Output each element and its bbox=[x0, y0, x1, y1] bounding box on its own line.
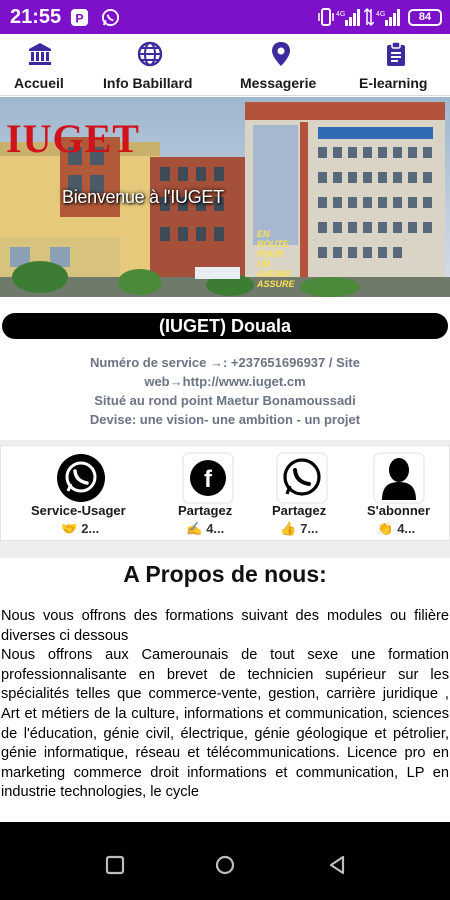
svg-text:4G: 4G bbox=[376, 11, 385, 18]
service-usager-label: Service-Usager bbox=[31, 503, 126, 518]
bank-icon bbox=[29, 43, 51, 65]
recents-button-icon[interactable] bbox=[104, 854, 126, 876]
subscribe-button[interactable]: S'abonner 👏 4... bbox=[367, 446, 431, 542]
about-paragraph-2: Nous offrons aux Camerounais de tout sex… bbox=[1, 647, 449, 801]
page-title: (IUGET) Douala bbox=[2, 313, 448, 339]
svg-text:P: P bbox=[75, 11, 83, 25]
service-usager-count: 🤝 2... bbox=[61, 521, 100, 536]
vibrate-icon bbox=[318, 8, 334, 26]
about-text: Nous vous offrons des formations suivant… bbox=[1, 607, 449, 803]
battery-level: 84 bbox=[418, 10, 432, 23]
android-nav-bar bbox=[0, 822, 450, 900]
whatsapp-icon bbox=[55, 452, 107, 504]
nav-label-accueil: Accueil bbox=[14, 75, 64, 91]
battery-icon: 84 bbox=[408, 8, 442, 26]
home-button-icon[interactable] bbox=[214, 854, 236, 876]
iuget-logo: IUGET bbox=[6, 116, 140, 161]
facebook-icon: f bbox=[182, 452, 234, 504]
hero-banner: IUGET Bienvenue à l'IUGET EN ROUTE POUR … bbox=[0, 97, 450, 297]
whatsapp-share-button[interactable]: Partagez 👍 7... bbox=[272, 446, 332, 542]
nav-label-e-learning: E-learning bbox=[359, 75, 428, 91]
building-sign-text: EN ROUTE POUR UN AVENIR ASSURE bbox=[257, 229, 295, 289]
signal-icon: 4G bbox=[336, 9, 360, 26]
location-pin-icon bbox=[272, 42, 290, 66]
nav-label-info-babillard: Info Babillard bbox=[103, 75, 193, 91]
nav-label-messagerie: Messagerie bbox=[240, 75, 317, 91]
about-title: A Propos de nous: bbox=[123, 561, 327, 587]
whatsapp-share-label: Partagez bbox=[272, 503, 327, 518]
app-screen: 21:55 P 4G 4G 84 Accueil Info Babillard … bbox=[0, 0, 450, 900]
info-website-line[interactable]: web→http://www.iuget.cm bbox=[40, 372, 410, 391]
about-paragraph-1: Nous vous offrons des formations suivant… bbox=[1, 608, 449, 644]
svg-text:4G: 4G bbox=[336, 11, 345, 18]
info-address-line: Situé au rond point Maetur Bonamoussadi bbox=[94, 393, 356, 408]
data-arrows-icon bbox=[364, 7, 374, 27]
nav-item-messagerie[interactable]: Messagerie bbox=[239, 34, 323, 96]
nav-item-accueil[interactable]: Accueil bbox=[8, 34, 72, 96]
system-tray: 4G 4G 84 bbox=[318, 6, 442, 28]
welcome-text: Bienvenue à l'IUGET bbox=[62, 187, 224, 207]
signal-icon-2: 4G bbox=[376, 9, 400, 26]
nav-item-e-learning[interactable]: E-learning bbox=[358, 34, 434, 96]
facebook-share-button[interactable]: f Partagez ✍ 4... bbox=[178, 446, 238, 542]
nav-item-info-babillard[interactable]: Info Babillard bbox=[100, 34, 200, 96]
info-phone-line: Numéro de service →: +237651696937 / Sit… bbox=[90, 355, 360, 370]
top-nav: Accueil Info Babillard Messagerie E-lear… bbox=[0, 34, 450, 96]
status-bar: 21:55 P 4G 4G 84 bbox=[0, 0, 450, 34]
p-app-icon: P bbox=[70, 8, 89, 27]
social-card: Service-Usager 🤝2... f Partagez ✍4... bbox=[0, 445, 450, 541]
subscribe-count: 👏 4... bbox=[377, 521, 416, 536]
whatsapp-icon bbox=[101, 8, 120, 27]
facebook-share-count: ✍ 4... bbox=[186, 521, 225, 536]
whatsapp-share-count: 👍 7... bbox=[280, 521, 319, 536]
service-usager-button[interactable]: Service-Usager 🤝 2... bbox=[31, 446, 131, 542]
svg-text:f: f bbox=[204, 466, 213, 493]
user-icon bbox=[373, 452, 425, 504]
whatsapp-share-icon bbox=[276, 452, 328, 504]
clipboard-icon bbox=[387, 41, 405, 66]
back-button-icon[interactable] bbox=[326, 854, 348, 876]
status-time: 21:55 bbox=[10, 6, 62, 28]
subscribe-label: S'abonner bbox=[367, 503, 431, 518]
globe-icon bbox=[137, 41, 163, 67]
contact-info: Numéro de service →: +237651696937 / Sit… bbox=[40, 353, 410, 429]
facebook-share-label: Partagez bbox=[178, 503, 233, 518]
info-motto-line: Devise: une vision- une ambition - un pr… bbox=[89, 412, 361, 427]
